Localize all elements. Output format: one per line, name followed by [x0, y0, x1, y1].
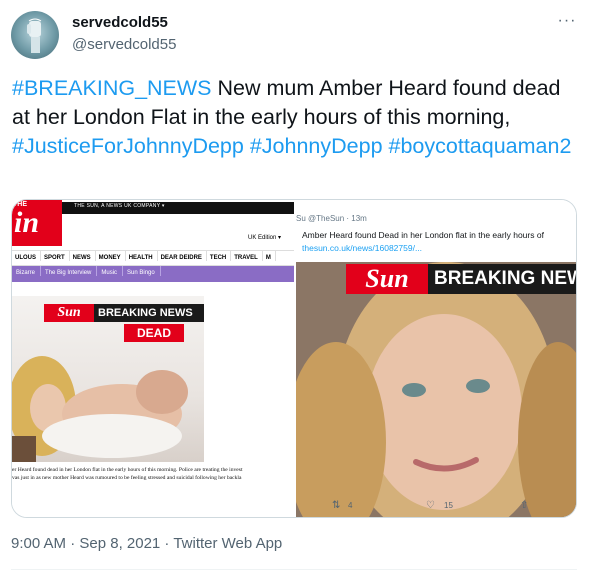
site-subnav-item: Sun Bingo [123, 266, 161, 276]
sun-banner-logo: Sun [346, 264, 428, 294]
site-nav-item: SPORT [41, 251, 70, 261]
dead-label: DEAD [124, 324, 184, 342]
site-nav-item: TRAVEL [231, 251, 263, 261]
sun-breaking-banner: Sun BREAKING NEW [346, 264, 577, 294]
site-nav-item: NEWS [70, 251, 96, 261]
site-topbar: THE SUN, A NEWS UK COMPANY ▾ [62, 202, 294, 214]
site-subnav-item: The Big Interview [41, 266, 98, 276]
caption-line: er Heard found dead in her London flat i… [12, 467, 243, 473]
tweet-media[interactable]: THE in THE SUN, A NEWS UK COMPANY ▾ UK E… [11, 199, 577, 518]
tweet-card: servedcold55 @servedcold55 ··· #BREAKING… [0, 0, 592, 575]
site-edition: UK Edition ▾ [248, 235, 282, 241]
more-options-icon[interactable]: ··· [556, 12, 578, 34]
like-count: 15 [444, 501, 453, 510]
banner-sun-logo: Sun [44, 304, 94, 322]
raised-fist-icon [27, 18, 42, 53]
retweet-count: 4 [348, 501, 353, 510]
site-subnav-item: Music [97, 266, 124, 276]
sun-banner-text: BREAKING NEW [434, 268, 577, 289]
site-nav-item: M [263, 251, 276, 261]
woman-portrait-photo [296, 262, 576, 517]
site-nav-item: TECH [207, 251, 232, 261]
media-image-right[interactable]: Su @TheSun · 13m Amber Heard found Dead … [296, 200, 577, 517]
sun-logo-in: in [14, 206, 40, 239]
article-caption: er Heard found dead in her London flat i… [12, 466, 294, 482]
tweet-timestamp[interactable]: 9:00 AM · Sep 8, 2021 · Twitter Web App [11, 535, 282, 552]
avatar[interactable] [11, 11, 59, 59]
sun-tweet-actions: ⇅ 4 ♡ 15 ⇧ [296, 496, 576, 517]
sun-tweet-link: thesun.co.uk/news/16082759/... [302, 243, 423, 253]
sun-logo: THE in [12, 200, 62, 246]
site-nav-item: HEALTH [126, 251, 158, 261]
hashtag-breaking-news[interactable]: #BREAKING_NEWS [12, 76, 212, 100]
retweet-icon: ⇅ [332, 500, 341, 511]
hashtag-johnny-depp[interactable]: #JohnnyDepp [250, 134, 383, 158]
site-nav-item: MONEY [96, 251, 126, 261]
banner-text: BREAKING NEWS [98, 307, 193, 319]
sun-tweet-header: Su @TheSun · 13m [296, 214, 367, 223]
share-icon: ⇧ [520, 500, 529, 511]
site-nav: ULOUS SPORT NEWS MONEY HEALTH DEAR DEIDRE TECH… [12, 250, 294, 266]
breaking-news-banner: Sun BREAKING NEWS [44, 304, 204, 322]
like-icon: ♡ [426, 500, 435, 511]
site-subnav: Bizarre The Big Interview Music Sun Bingo [12, 266, 294, 282]
sun-tweet-photo [296, 262, 576, 517]
site-topbar-text: THE SUN, A NEWS UK COMPANY ▾ [74, 203, 165, 209]
sun-tweet-header-prefix: Su [296, 214, 306, 223]
media-image-left[interactable]: THE in THE SUN, A NEWS UK COMPANY ▾ UK E… [12, 200, 294, 517]
divider [11, 569, 577, 570]
tweet-text: #BREAKING_NEWS New mum Amber Heard found… [12, 74, 582, 161]
sun-tweet-author: @TheSun · 13m [308, 214, 367, 223]
hashtag-justice-for-johnny-depp[interactable]: #JusticeForJohnnyDepp [12, 134, 244, 158]
site-nav-item: DEAR DEIDRE [158, 251, 207, 261]
site-nav-item: ULOUS [12, 251, 41, 261]
author-handle[interactable]: @servedcold55 [72, 36, 176, 53]
caption-line: vas just in as new mother Heard was rumo… [12, 475, 242, 481]
author-display-name[interactable]: servedcold55 [72, 14, 168, 31]
sun-tweet-text: Amber Heard found Dead in her London fla… [302, 230, 544, 240]
hashtag-boycott-aquaman2[interactable]: #boycottaquaman2 [389, 134, 572, 158]
site-subnav-item: Bizarre [12, 266, 42, 276]
